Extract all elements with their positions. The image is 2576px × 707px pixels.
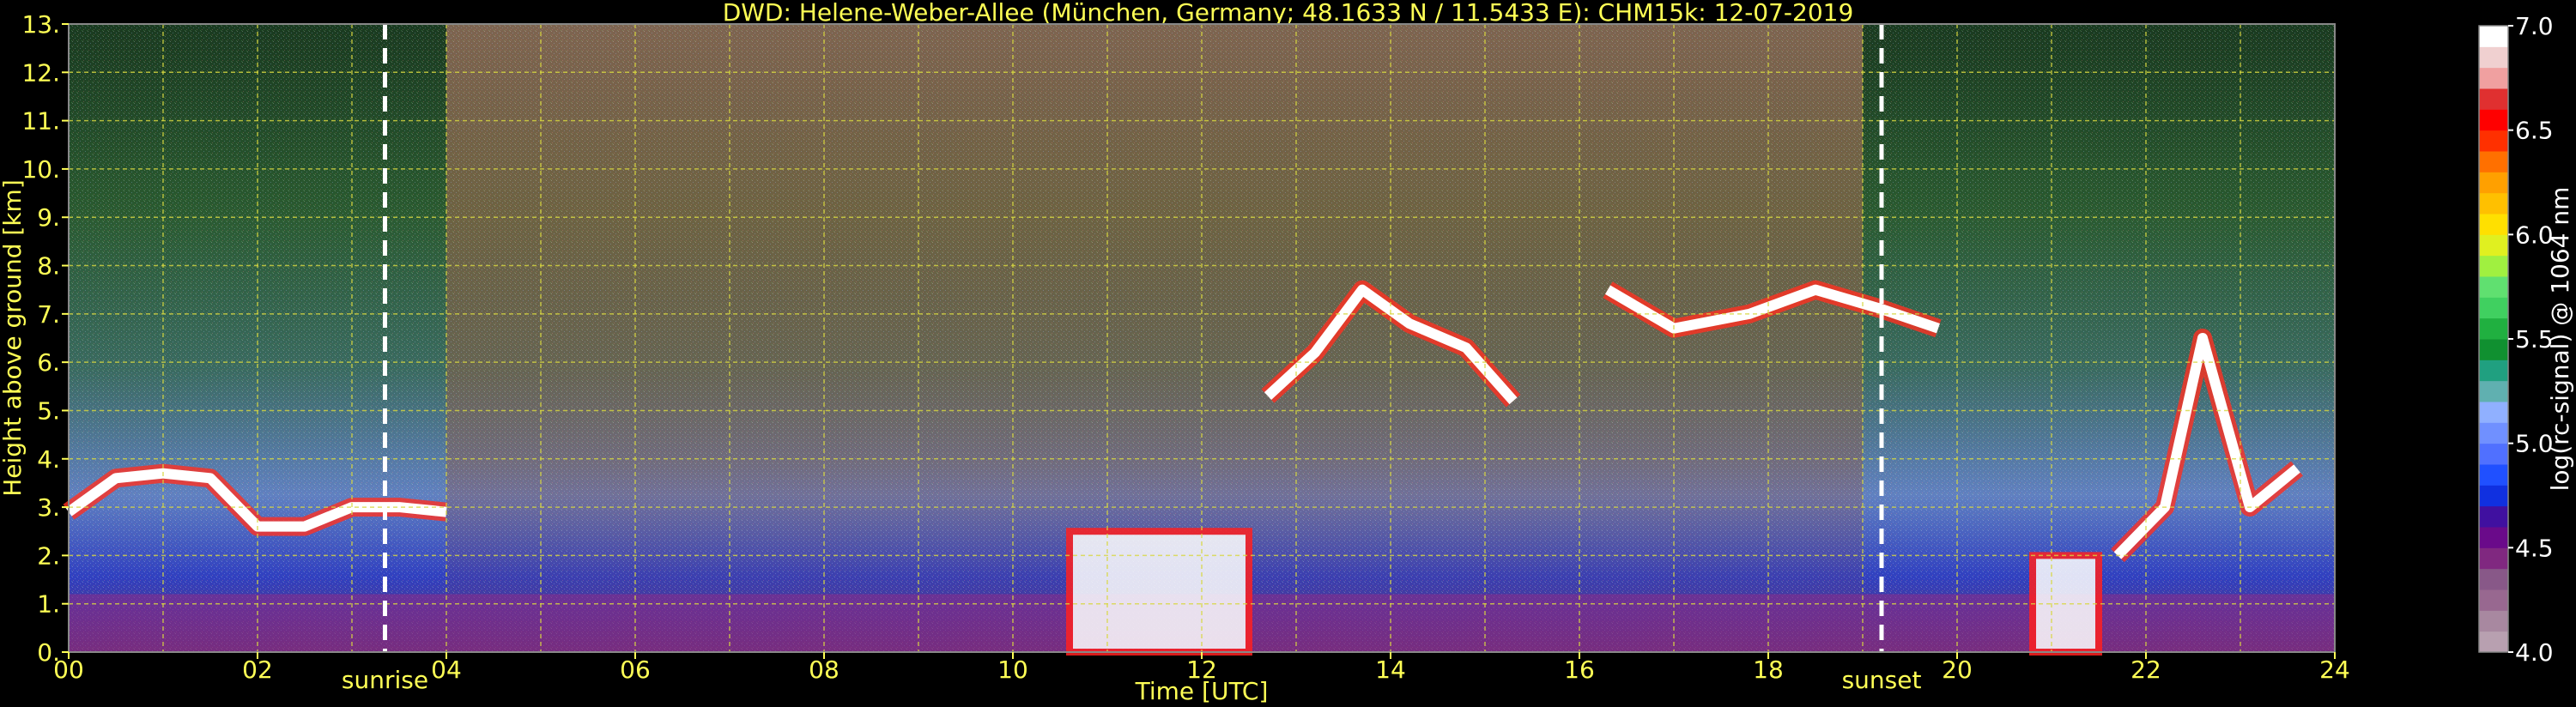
y-tick-label: 13.	[21, 10, 60, 39]
colorbar-swatch	[2479, 67, 2508, 89]
colorbar-swatch	[2479, 589, 2508, 611]
x-tick-label: 14	[1375, 656, 1406, 684]
colorbar-swatch	[2479, 214, 2508, 235]
x-axis-label: Time [UTC]	[1135, 677, 1269, 705]
y-tick-label: 4.	[37, 445, 60, 474]
x-tick-label: 06	[620, 656, 651, 684]
y-axis-ticks: 0. 1. 2. 3. 4. 5. 6. 7. 8. 9. 10. 11. 12. 13.	[21, 10, 69, 667]
colorbar-label: log(rc-signal) @ 1064 nm	[2546, 187, 2574, 492]
y-tick-label: 0.	[37, 638, 60, 667]
x-tick-label: 24	[2319, 656, 2350, 684]
colorbar-swatch	[2479, 631, 2508, 653]
colorbar-swatch	[2479, 192, 2508, 215]
x-tick-label: 04	[431, 656, 462, 684]
colorbar-swatch	[2479, 46, 2508, 69]
colorbar-swatch	[2479, 276, 2508, 298]
colorbar-swatch	[2479, 568, 2508, 590]
annotation-label: sunrise	[342, 666, 428, 694]
colorbar-swatch	[2479, 360, 2508, 382]
colorbar-swatch	[2479, 443, 2508, 465]
colorbar-swatch	[2479, 130, 2508, 152]
colorbar-swatch	[2479, 339, 2508, 360]
colorbar-swatch	[2479, 422, 2508, 444]
y-tick-label: 10.	[21, 155, 60, 184]
colorbar-tick-label: 7.0	[2515, 12, 2554, 40]
x-tick-label: 02	[242, 656, 273, 684]
y-tick-label: 7.	[37, 300, 60, 329]
y-tick-label: 6.	[37, 348, 60, 377]
colorbar-swatch	[2479, 527, 2508, 548]
y-tick-label: 11.	[21, 107, 60, 136]
colorbar-swatch	[2479, 402, 2508, 423]
colorbar-swatch	[2479, 610, 2508, 632]
y-tick-label: 5.	[37, 396, 60, 425]
colorbar-swatch	[2479, 172, 2508, 194]
y-tick-label: 1.	[37, 590, 60, 619]
colorbar-swatch	[2479, 547, 2508, 570]
colorbar-swatch	[2479, 151, 2508, 172]
colorbar-swatch	[2479, 505, 2508, 528]
colorbar: 4.04.55.05.56.06.57.0	[2478, 12, 2554, 667]
x-tick-label: 20	[1942, 656, 1973, 684]
x-tick-label: 22	[2131, 656, 2161, 684]
plot-area: sunrise sunset	[63, 23, 2336, 694]
y-tick-label: 12.	[21, 58, 60, 87]
colorbar-swatch	[2479, 88, 2508, 110]
colorbar-tick-label: 4.0	[2515, 638, 2554, 667]
ceilometer-chart: sunrise sunset 00 02 04 06 08 10 12 14 16 18 20 22 24…	[0, 10, 2574, 705]
colorbar-swatch	[2479, 485, 2508, 507]
colorbar-swatch	[2479, 234, 2508, 257]
x-tick-label: 08	[809, 656, 839, 684]
colorbar-tick-label: 6.5	[2515, 117, 2554, 145]
y-tick-label: 2.	[37, 541, 60, 570]
y-tick-label: 9.	[37, 203, 60, 232]
y-axis-label: Height above ground [km]	[0, 179, 27, 497]
x-tick-label: 10	[997, 656, 1028, 684]
colorbar-tick-label: 4.5	[2515, 534, 2554, 562]
colorbar-swatch	[2479, 255, 2508, 277]
colorbar-swatch	[2479, 297, 2508, 319]
dense-signal-region	[1066, 528, 1252, 656]
colorbar-swatch	[2479, 464, 2508, 486]
x-tick-label: 16	[1564, 656, 1595, 684]
colorbar-swatch	[2479, 380, 2508, 402]
colorbar-swatch	[2479, 26, 2508, 47]
colorbar-swatch	[2479, 109, 2508, 131]
x-tick-label: 18	[1753, 656, 1784, 684]
annotation-label: sunset	[1842, 666, 1922, 694]
colorbar-swatch	[2479, 317, 2508, 340]
y-tick-label: 3.	[37, 493, 60, 522]
y-tick-label: 8.	[37, 252, 60, 281]
